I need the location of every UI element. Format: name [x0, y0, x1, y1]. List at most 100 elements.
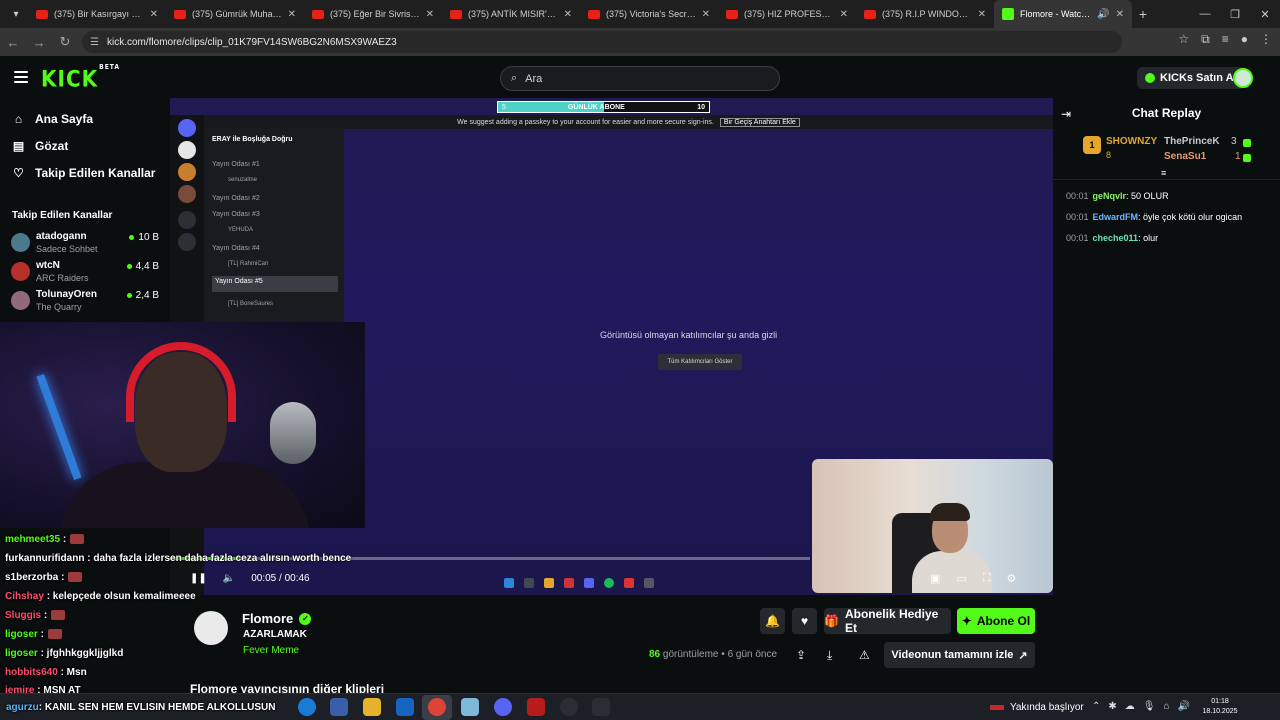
browser-tab[interactable]: (375) ANTİK MISIR'DA NE✕: [442, 0, 580, 28]
streamer-name[interactable]: Flomore ✓: [242, 611, 312, 626]
browser-menu-icon[interactable]: ⋮: [1260, 32, 1272, 47]
browser-tab-strip: ▾ (375) Bir Kasırgayı Kavanoz✕ (375) Güm…: [0, 0, 1280, 28]
browser-tab[interactable]: (375) Victoria's Secret Fas✕: [580, 0, 718, 28]
watch-full-video-button[interactable]: Videonun tamamını izle ↗: [884, 642, 1035, 668]
discord-icon[interactable]: [494, 698, 512, 716]
forward-icon[interactable]: →: [26, 30, 52, 54]
settings-icon[interactable]: ⚙: [1007, 572, 1017, 585]
news-icon: [990, 705, 1004, 710]
fullscreen-icon[interactable]: ⛶: [983, 572, 991, 585]
followed-channel[interactable]: atadogann Sadece Sohbet 10 B: [11, 230, 163, 258]
clip-category[interactable]: Fever Meme: [243, 645, 299, 656]
close-tab-icon[interactable]: ✕: [702, 9, 710, 20]
browser-tab[interactable]: (375) R.I.P WINDOWS 10✕: [856, 0, 994, 28]
browser-tab[interactable]: (375) Bir Kasırgayı Kavanoz✕: [28, 0, 166, 28]
sidebar-item-browse[interactable]: ▤ Gözat: [12, 139, 69, 153]
theater-icon[interactable]: ▭: [956, 572, 966, 585]
chat-message: 00:01 geNqvlr: 50 OLUR: [1066, 191, 1169, 201]
followed-channel[interactable]: TolunayOren The Quarry 2,4 B: [11, 288, 163, 316]
volume-icon[interactable]: 🔊: [1178, 701, 1190, 712]
gift-sub-button[interactable]: 🎁 Abonelik Hediye Et: [824, 607, 951, 635]
network-icon[interactable]: ⌂: [1163, 701, 1169, 712]
close-window-icon[interactable]: ✕: [1250, 0, 1280, 28]
download-icon[interactable]: ⤓: [827, 648, 832, 663]
back-icon[interactable]: ←: [0, 30, 26, 54]
reload-icon[interactable]: ↻: [52, 30, 78, 54]
close-tab-icon[interactable]: ✕: [978, 9, 986, 20]
app-icon[interactable]: [592, 698, 610, 716]
speaker-icon[interactable]: 🔊: [1097, 9, 1109, 20]
youtube-icon: [864, 9, 876, 19]
window-controls: — ❐ ✕: [1190, 0, 1280, 28]
discord-icon: [178, 119, 196, 137]
follow-heart-button[interactable]: ♥: [792, 608, 817, 634]
bell-icon: 🔔: [765, 614, 780, 628]
new-tab-button[interactable]: +: [1132, 6, 1154, 22]
browser-tab[interactable]: (375) Gümrük Muhafaza ✕: [166, 0, 304, 28]
outlook-icon[interactable]: [396, 698, 414, 716]
gift-icon: 🎁: [824, 614, 839, 628]
folder-icon[interactable]: [363, 698, 381, 716]
minimize-icon[interactable]: —: [1190, 0, 1220, 28]
twitter-icon[interactable]: [527, 698, 545, 716]
passkey-notice: We suggest adding a passkey to your acco…: [204, 115, 1053, 129]
share-icon[interactable]: ⇪: [796, 648, 806, 662]
sidebar-item-home[interactable]: ⌂ Ana Sayfa: [12, 112, 93, 126]
close-tab-icon[interactable]: ✕: [150, 9, 158, 20]
youtube-icon: [588, 9, 600, 19]
browser-tab[interactable]: (375) HIZ PROFESYONELL✕: [718, 0, 856, 28]
chat-line: agurzu: KANIL SEN HEM EVLISIN HEMDE ALKO…: [6, 702, 276, 713]
menu-icon[interactable]: [14, 71, 28, 83]
chat-message: 00:01 cheche011: olur: [1066, 233, 1159, 243]
chat-line: Sluggis :: [5, 610, 66, 621]
chrome-icon[interactable]: [428, 698, 446, 716]
system-tray: ⌃ ✱ ☁ 🎙 ⌂ 🔊: [1092, 701, 1190, 712]
chat-line: furkannurifidann : daha fazla izlersen d…: [5, 553, 352, 564]
followed-channels-heading: Takip Edilen Kanallar: [12, 210, 113, 221]
site-header: KICKBETA ⌕ Ara KICKs Satın Al: [0, 56, 1280, 100]
browse-icon: ▤: [12, 139, 25, 153]
url-field[interactable]: ☰ kick.com/flomore/clips/clip_01K79FV14S…: [82, 31, 1122, 53]
close-tab-icon[interactable]: ✕: [840, 9, 848, 20]
close-tab-icon[interactable]: ✕: [564, 9, 572, 20]
server-icon: [178, 141, 196, 159]
chevron-up-icon[interactable]: ⌃: [1092, 701, 1100, 712]
facecam-left: [0, 322, 365, 528]
media-control-icon[interactable]: ≡: [1222, 32, 1229, 47]
sidebar-item-following[interactable]: ♡ Takip Edilen Kanallar: [12, 166, 155, 180]
clock[interactable]: 01:18 18.10.2025: [1200, 697, 1240, 717]
chat-line: mehmeet35 :: [5, 534, 85, 545]
cloud-icon[interactable]: ☁: [1125, 701, 1135, 712]
bluetooth-icon[interactable]: ✱: [1108, 701, 1116, 712]
kick-logo[interactable]: KICKBETA: [41, 64, 120, 92]
subscribe-button[interactable]: ✦ Abone Ol: [957, 608, 1035, 634]
mic-icon[interactable]: 🎙: [1143, 701, 1156, 712]
obs-icon[interactable]: [560, 698, 578, 716]
search-input[interactable]: ⌕ Ara: [500, 66, 780, 91]
close-tab-icon[interactable]: ✕: [1116, 9, 1124, 20]
restore-icon[interactable]: ❐: [1220, 0, 1250, 28]
close-tab-icon[interactable]: ✕: [426, 9, 434, 20]
pip-icon[interactable]: ▣: [930, 572, 940, 585]
site-info-icon[interactable]: ☰: [90, 37, 99, 48]
report-icon[interactable]: ⚠: [859, 648, 870, 662]
extensions-icon[interactable]: ⧉: [1201, 32, 1210, 47]
notification-bell-button[interactable]: 🔔: [760, 608, 785, 634]
notepad-icon[interactable]: [461, 698, 479, 716]
expand-gifters-icon[interactable]: ≡: [1161, 168, 1166, 178]
bookmark-star-icon[interactable]: ☆: [1178, 32, 1189, 47]
search-icon: ⌕: [511, 72, 518, 84]
close-tab-icon[interactable]: ✕: [288, 9, 296, 20]
browser-tab-active[interactable]: Flomore - Watch clip🔊✕: [994, 0, 1132, 28]
tab-search-icon[interactable]: ▾: [4, 4, 28, 24]
taskbar-news[interactable]: Yakında başlıyor: [990, 702, 1084, 713]
rank-badge: 1: [1083, 136, 1101, 154]
buy-kicks-button[interactable]: KICKs Satın Al: [1137, 67, 1245, 89]
store-icon[interactable]: [330, 698, 348, 716]
user-avatar[interactable]: [1233, 68, 1253, 88]
edge-icon[interactable]: [298, 698, 316, 716]
streamer-avatar[interactable]: [194, 611, 228, 645]
browser-tab[interactable]: (375) Eğer Bir Sivrisinek O✕: [304, 0, 442, 28]
followed-channel[interactable]: wtcN ARC Raiders 4,4 B: [11, 259, 163, 287]
profile-icon[interactable]: ●: [1241, 32, 1248, 47]
